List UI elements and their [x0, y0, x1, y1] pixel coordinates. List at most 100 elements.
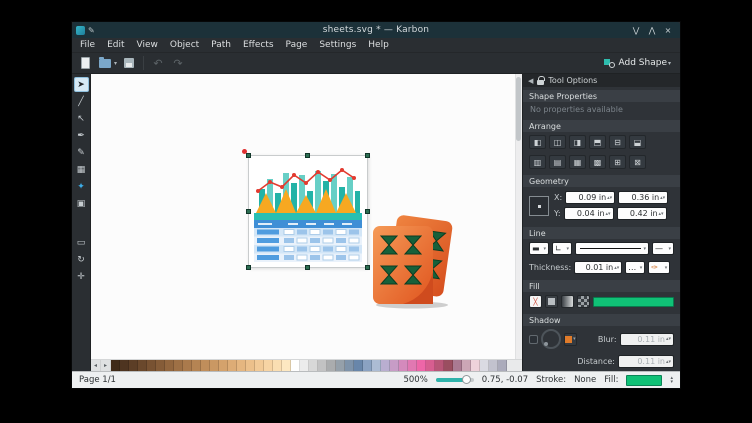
chart-object[interactable]: [248, 155, 368, 268]
titlebar[interactable]: ✎ sheets.svg * — Karbon ⋁ ⋀ ×: [72, 22, 680, 38]
position-anchor-selector[interactable]: [529, 196, 549, 216]
palette-swatch[interactable]: [246, 360, 255, 371]
palette-swatch[interactable]: [147, 360, 156, 371]
line-cap-combo[interactable]: ▬▾: [529, 242, 549, 255]
stacked-sheets-object[interactable]: [368, 212, 456, 309]
palette-swatch[interactable]: [273, 360, 282, 371]
menu-file[interactable]: File: [74, 38, 101, 53]
palette-swatch[interactable]: [399, 360, 408, 371]
raise-icon[interactable]: ▦: [569, 155, 586, 169]
send-back-icon[interactable]: ⊠: [629, 155, 646, 169]
line-style-combo[interactable]: ▾: [575, 242, 649, 255]
node-edit-tool[interactable]: ↖: [74, 111, 89, 126]
palette-swatch[interactable]: [345, 360, 354, 371]
select-tool[interactable]: ➤: [74, 77, 89, 92]
align-center-h-icon[interactable]: ◫: [549, 135, 566, 149]
fill-header[interactable]: Fill: [523, 280, 680, 292]
align-bottom-icon[interactable]: ⬓: [629, 135, 646, 149]
selection-handle[interactable]: [305, 265, 310, 270]
palette-swatch[interactable]: [408, 360, 417, 371]
lock-icon[interactable]: [537, 80, 544, 85]
palette-swatch[interactable]: [300, 360, 309, 371]
palette-swatch[interactable]: [264, 360, 273, 371]
spin-arrows-icon[interactable]: ▴▾: [605, 212, 612, 216]
menu-help[interactable]: Help: [362, 38, 395, 53]
distance-spinbox[interactable]: 0.11 in▴▾: [618, 355, 674, 368]
palette-swatch[interactable]: [237, 360, 246, 371]
palette-swatch[interactable]: [462, 360, 471, 371]
palette-swatch[interactable]: [426, 360, 435, 371]
line-join-combo[interactable]: ∟▾: [552, 242, 572, 255]
line-marker-combo[interactable]: —▾: [652, 242, 674, 255]
maximize-button[interactable]: ⋀: [644, 26, 660, 35]
shape-properties-header[interactable]: Shape Properties: [523, 90, 680, 102]
palette-swatch[interactable]: [201, 360, 210, 371]
menu-path[interactable]: Path: [205, 38, 237, 53]
selection-handle[interactable]: [246, 209, 251, 214]
zoom-tool[interactable]: ↻: [74, 252, 89, 267]
line-more-combo[interactable]: …▾: [625, 261, 645, 274]
fill-none-button[interactable]: ╳: [529, 295, 542, 308]
palette-swatch[interactable]: [489, 360, 498, 371]
add-shape-button[interactable]: Add Shape ▾: [600, 56, 675, 70]
minimize-button[interactable]: ⋁: [628, 26, 644, 35]
selection-handle[interactable]: [246, 265, 251, 270]
undo-button[interactable]: ↶: [150, 55, 166, 71]
palette-swatch[interactable]: [480, 360, 489, 371]
palette-swatch[interactable]: [138, 360, 147, 371]
palette-swatch[interactable]: [183, 360, 192, 371]
palette-swatch[interactable]: [336, 360, 345, 371]
palette-swatch[interactable]: [111, 360, 120, 371]
blur-spinbox[interactable]: 0.11 in▴▾: [620, 333, 674, 346]
align-middle-icon[interactable]: ⊟: [609, 135, 626, 149]
palette-swatch[interactable]: [417, 360, 426, 371]
zoom-slider-knob[interactable]: [462, 375, 471, 384]
palette-swatch[interactable]: [354, 360, 363, 371]
palette-swatch[interactable]: [363, 360, 372, 371]
geometry-header[interactable]: Geometry: [523, 175, 680, 187]
palette-swatch[interactable]: [471, 360, 480, 371]
open-dropdown-caret-icon[interactable]: ▾: [114, 60, 117, 67]
zoom-level[interactable]: 500%: [403, 375, 427, 385]
palette-swatch[interactable]: [453, 360, 462, 371]
vertical-scrollbar[interactable]: [515, 74, 522, 359]
distribute-h-icon[interactable]: ▥: [529, 155, 546, 169]
new-document-button[interactable]: [77, 55, 93, 71]
menu-page[interactable]: Page: [280, 38, 314, 53]
height-spinbox[interactable]: 0.42 in▴▾: [617, 207, 667, 220]
palette-swatch[interactable]: [381, 360, 390, 371]
fill-swatch-arrows-icon[interactable]: ▴▾: [670, 376, 673, 384]
marquee-tool[interactable]: ▭: [74, 235, 89, 250]
width-spinbox[interactable]: 0.36 in▴▾: [618, 191, 668, 204]
redo-button[interactable]: ↷: [170, 55, 186, 71]
selection-handle[interactable]: [365, 153, 370, 158]
shadow-checkbox[interactable]: [529, 335, 538, 344]
stroke-pen-combo[interactable]: ✑▾: [648, 261, 670, 274]
palette-swatch[interactable]: [390, 360, 399, 371]
align-right-icon[interactable]: ◨: [569, 135, 586, 149]
palette-swatch[interactable]: [192, 360, 201, 371]
palette-swatch[interactable]: [228, 360, 237, 371]
distribute-v-icon[interactable]: ▤: [549, 155, 566, 169]
collapse-arrow-icon[interactable]: ◀: [528, 77, 533, 85]
menu-object[interactable]: Object: [164, 38, 205, 53]
selection-handle[interactable]: [246, 153, 251, 158]
close-button[interactable]: ×: [660, 26, 676, 35]
align-left-icon[interactable]: ◧: [529, 135, 546, 149]
thickness-spinbox[interactable]: 0.01 in▴▾: [574, 261, 622, 274]
zoom-slider[interactable]: [436, 378, 474, 382]
palette-swatch[interactable]: [120, 360, 129, 371]
grid-tool[interactable]: ▦: [74, 162, 89, 177]
tool-options-header[interactable]: ◀ Tool Options: [523, 74, 680, 87]
fill-color-swatch[interactable]: [626, 375, 662, 386]
drawing-canvas[interactable]: [91, 74, 522, 359]
menu-settings[interactable]: Settings: [313, 38, 362, 53]
menu-edit[interactable]: Edit: [101, 38, 130, 53]
menu-view[interactable]: View: [131, 38, 164, 53]
menu-effects[interactable]: Effects: [237, 38, 280, 53]
palette-swatch[interactable]: [372, 360, 381, 371]
palette-swatch[interactable]: [498, 360, 507, 371]
align-top-icon[interactable]: ⬒: [589, 135, 606, 149]
selection-handle[interactable]: [305, 153, 310, 158]
palette-swatch[interactable]: [174, 360, 183, 371]
